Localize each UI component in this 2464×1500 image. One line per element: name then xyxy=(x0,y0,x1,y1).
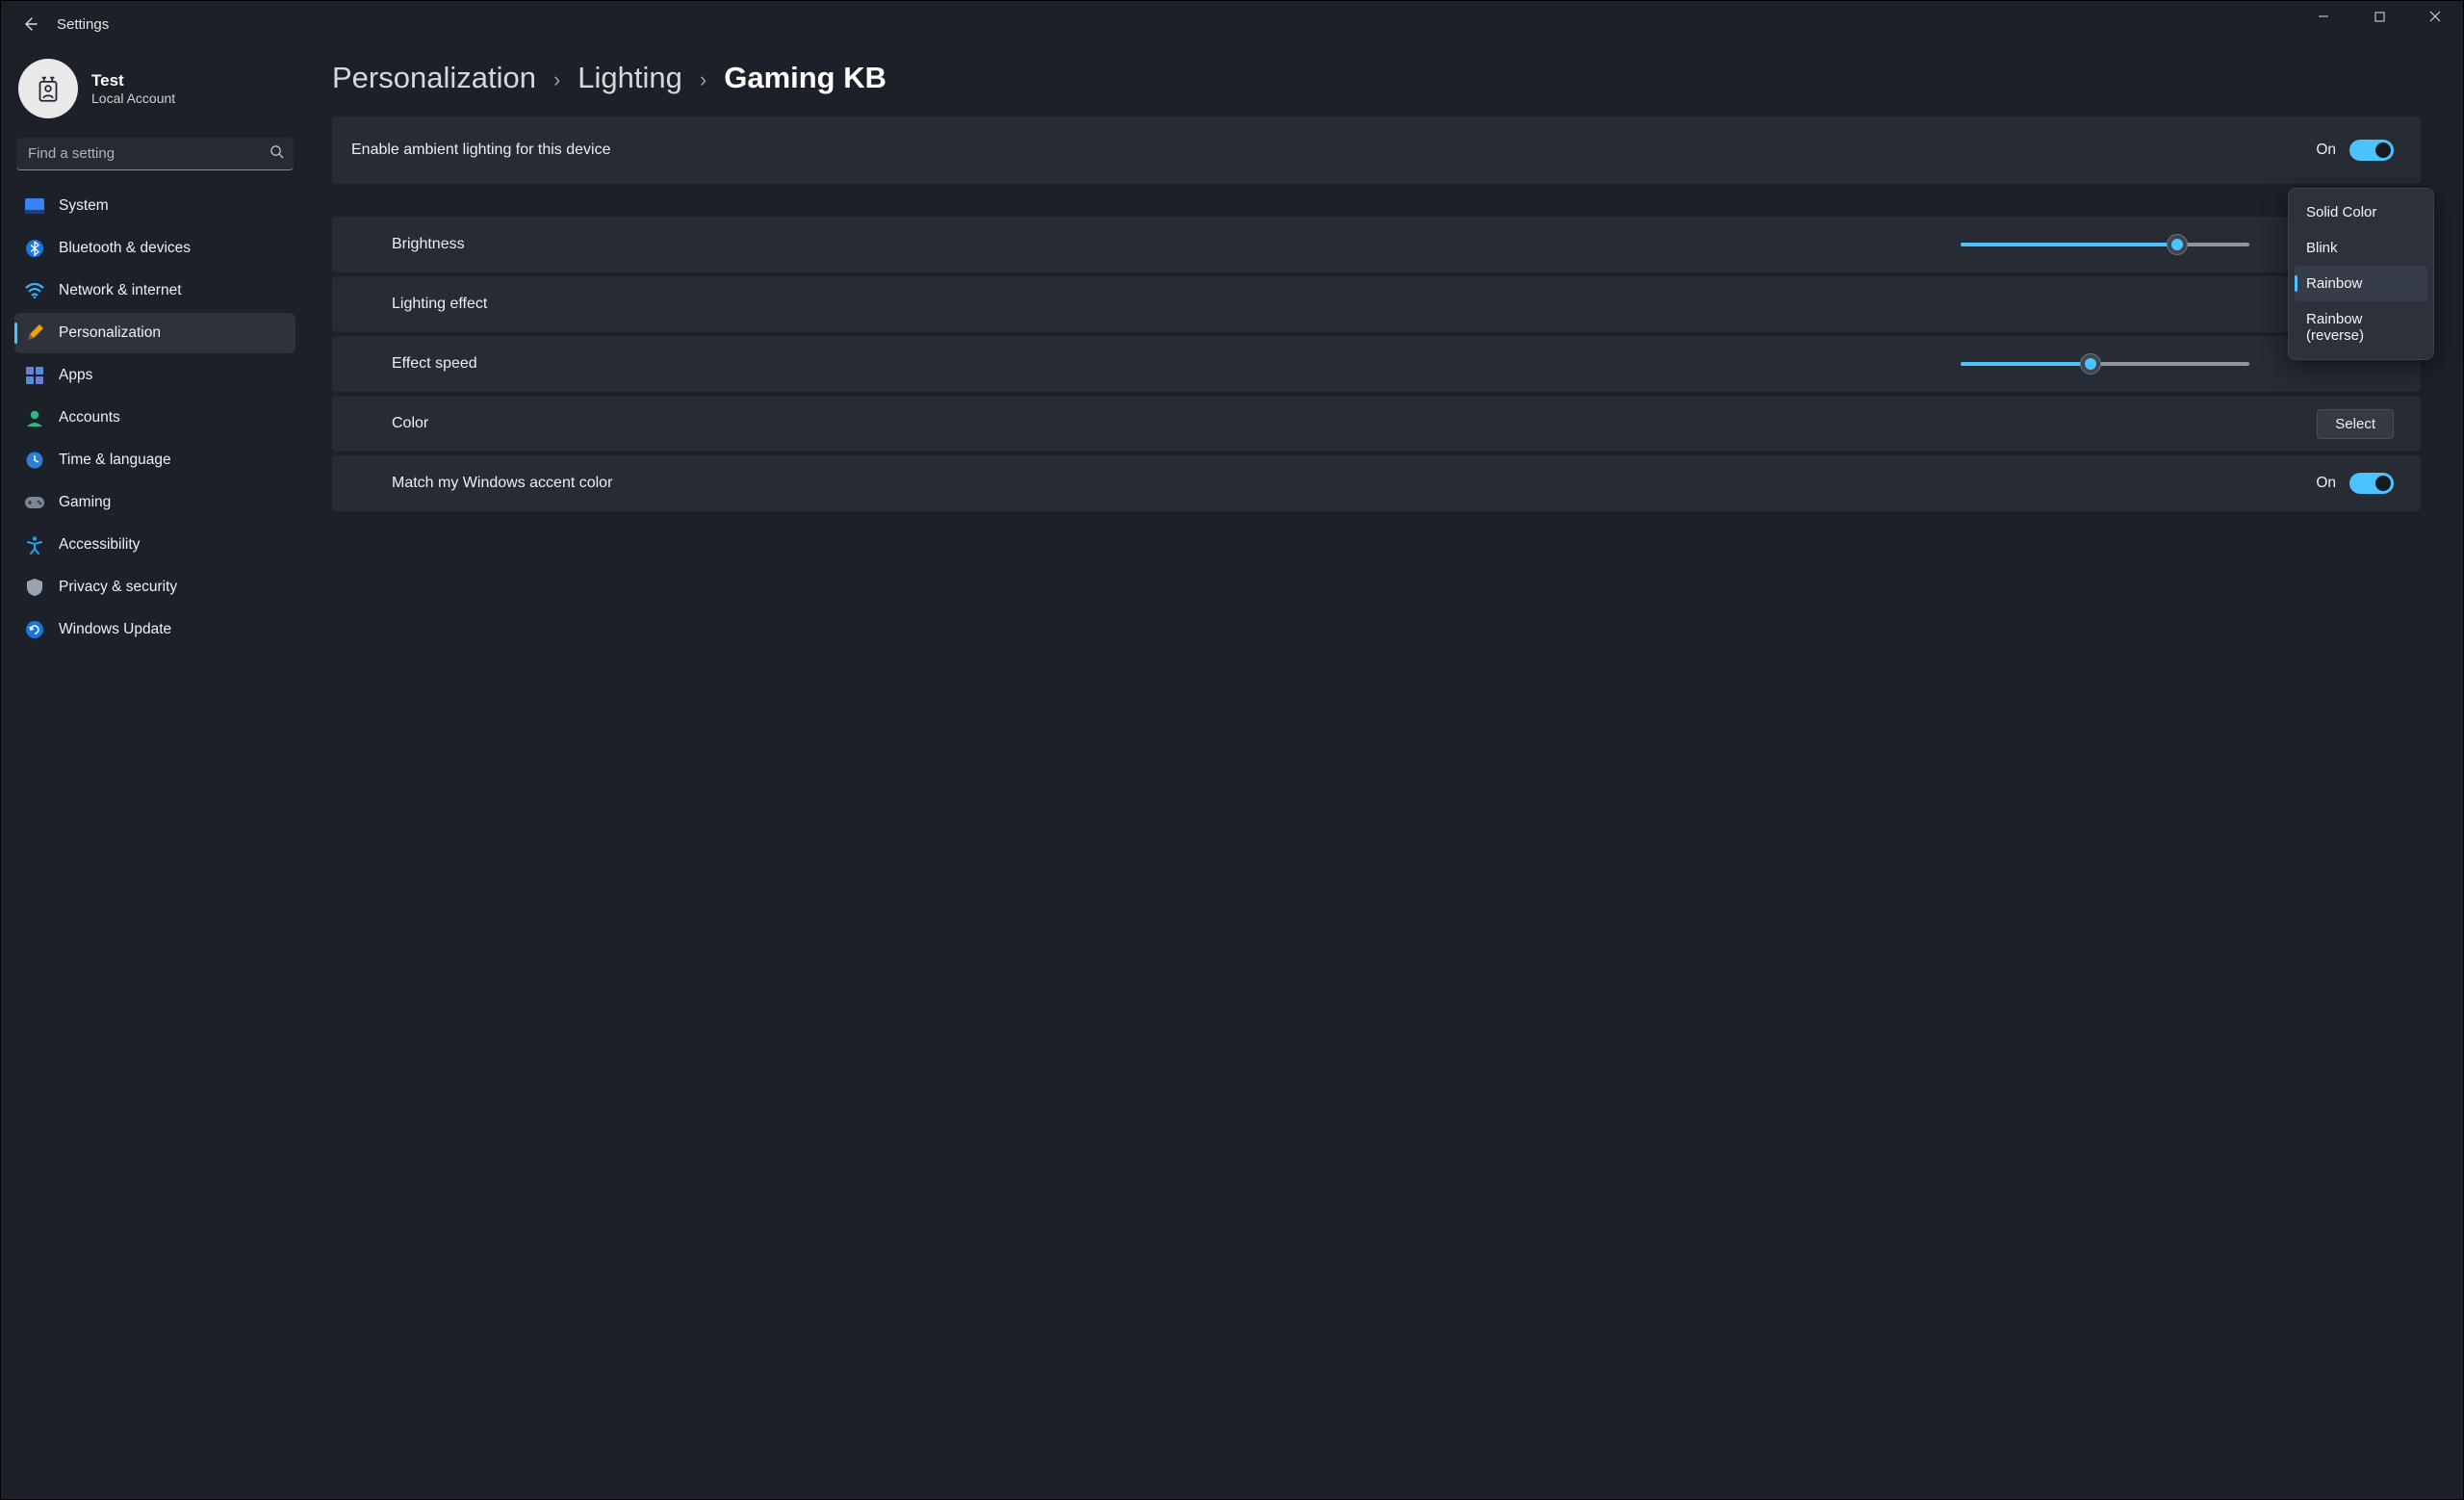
user-block[interactable]: Test Local Account xyxy=(14,55,295,128)
brightness-slider[interactable] xyxy=(1961,235,2249,254)
sidebar-item-update[interactable]: Windows Update xyxy=(14,609,295,650)
lighting-effect-option[interactable]: Solid Color xyxy=(2295,194,2427,230)
search-icon xyxy=(270,144,284,164)
sidebar-item-privacy[interactable]: Privacy & security xyxy=(14,567,295,608)
close-icon xyxy=(2429,11,2441,22)
minimize-icon xyxy=(2318,11,2329,22)
avatar xyxy=(18,59,78,118)
match-accent-control: On xyxy=(2316,473,2394,494)
sidebar-nav: System Bluetooth & devices Network & inter… xyxy=(14,186,295,650)
match-accent-toggle[interactable] xyxy=(2349,473,2394,494)
color-label: Color xyxy=(351,415,428,432)
apps-icon xyxy=(24,365,45,386)
match-accent-label: Match my Windows accent color xyxy=(351,475,612,492)
sidebar-item-label: Time & language xyxy=(59,452,171,469)
sidebar-item-label: System xyxy=(59,197,109,215)
personalization-icon xyxy=(24,323,45,344)
lighting-effect-option[interactable]: Blink xyxy=(2295,230,2427,266)
sidebar-item-time[interactable]: Time & language xyxy=(14,440,295,480)
minimize-button[interactable] xyxy=(2296,1,2351,32)
setting-match-accent: Match my Windows accent color On xyxy=(332,455,2421,511)
enable-ambient-label: Enable ambient lighting for this device xyxy=(351,142,611,159)
system-icon xyxy=(24,195,45,217)
breadcrumb-current: Gaming KB xyxy=(724,61,886,95)
user-text: Test Local Account xyxy=(91,71,175,106)
color-select-button[interactable]: Select xyxy=(2317,409,2394,439)
sidebar-item-personalization[interactable]: Personalization xyxy=(14,313,295,353)
enable-ambient-toggle[interactable] xyxy=(2349,140,2394,161)
sidebar-item-label: Privacy & security xyxy=(59,579,177,596)
enable-ambient-control: On xyxy=(2316,140,2394,161)
sidebar-item-label: Personalization xyxy=(59,324,161,342)
sidebar-item-label: Accessibility xyxy=(59,536,140,554)
setting-lighting-effect[interactable]: Lighting effect xyxy=(332,276,2421,332)
sidebar-item-label: Network & internet xyxy=(59,282,182,299)
user-role: Local Account xyxy=(91,91,175,106)
back-arrow-icon xyxy=(22,16,38,32)
setting-effect-speed: Effect speed xyxy=(332,336,2421,392)
enable-ambient-state: On xyxy=(2316,142,2336,159)
update-icon xyxy=(24,619,45,640)
breadcrumb-lighting[interactable]: Lighting xyxy=(578,61,682,95)
time-icon xyxy=(24,450,45,471)
back-button[interactable] xyxy=(11,5,49,43)
breadcrumb-personalization[interactable]: Personalization xyxy=(332,61,536,95)
chevron-right-icon: › xyxy=(553,64,560,92)
maximize-icon xyxy=(2374,12,2385,22)
setting-enable-ambient: Enable ambient lighting for this device … xyxy=(332,116,2421,184)
effect-speed-slider[interactable] xyxy=(1961,354,2249,374)
setting-color: Color Select xyxy=(332,396,2421,452)
effect-speed-label: Effect speed xyxy=(351,355,477,373)
search-wrap xyxy=(16,138,294,170)
sidebar-item-label: Bluetooth & devices xyxy=(59,240,191,257)
network-icon xyxy=(24,280,45,301)
maximize-button[interactable] xyxy=(2351,1,2407,32)
user-name: Test xyxy=(91,71,175,91)
sidebar-item-network[interactable]: Network & internet xyxy=(14,271,295,311)
lighting-effect-label: Lighting effect xyxy=(351,296,487,313)
settings-window: Settings xyxy=(0,0,2464,1500)
brightness-label: Brightness xyxy=(351,236,465,253)
match-accent-state: On xyxy=(2316,475,2336,492)
sidebar-item-gaming[interactable]: Gaming xyxy=(14,482,295,523)
settings-list: Enable ambient lighting for this device … xyxy=(332,116,2421,511)
sidebar-item-accounts[interactable]: Accounts xyxy=(14,398,295,438)
accessibility-icon xyxy=(24,534,45,556)
sidebar: Test Local Account System Bluetooth & dev… xyxy=(1,47,309,1499)
gaming-icon xyxy=(24,492,45,513)
sidebar-item-bluetooth[interactable]: Bluetooth & devices xyxy=(14,228,295,269)
sidebar-item-label: Windows Update xyxy=(59,621,171,638)
titlebar: Settings xyxy=(1,1,2463,47)
privacy-icon xyxy=(24,577,45,598)
sidebar-item-system[interactable]: System xyxy=(14,186,295,226)
sidebar-item-accessibility[interactable]: Accessibility xyxy=(14,525,295,565)
sidebar-item-label: Gaming xyxy=(59,494,111,511)
lighting-effect-option[interactable]: Rainbow xyxy=(2295,266,2427,301)
bluetooth-icon xyxy=(24,238,45,259)
setting-brightness: Brightness xyxy=(332,217,2421,272)
breadcrumb: Personalization › Lighting › Gaming KB xyxy=(332,57,2421,95)
window-controls xyxy=(2296,1,2463,47)
main-content: Personalization › Lighting › Gaming KB E… xyxy=(309,47,2463,1499)
lighting-effect-dropdown[interactable]: Solid ColorBlinkRainbowRainbow (reverse) xyxy=(2288,188,2434,360)
sidebar-item-label: Apps xyxy=(59,367,92,384)
lighting-effect-option[interactable]: Rainbow (reverse) xyxy=(2295,301,2427,353)
close-button[interactable] xyxy=(2407,1,2463,32)
body: Test Local Account System Bluetooth & dev… xyxy=(1,47,2463,1499)
sidebar-item-label: Accounts xyxy=(59,409,120,427)
accounts-icon xyxy=(24,407,45,428)
sidebar-item-apps[interactable]: Apps xyxy=(14,355,295,396)
chevron-right-icon: › xyxy=(700,64,706,92)
avatar-icon xyxy=(32,72,64,105)
window-title: Settings xyxy=(57,16,109,33)
search-input[interactable] xyxy=(16,138,294,170)
